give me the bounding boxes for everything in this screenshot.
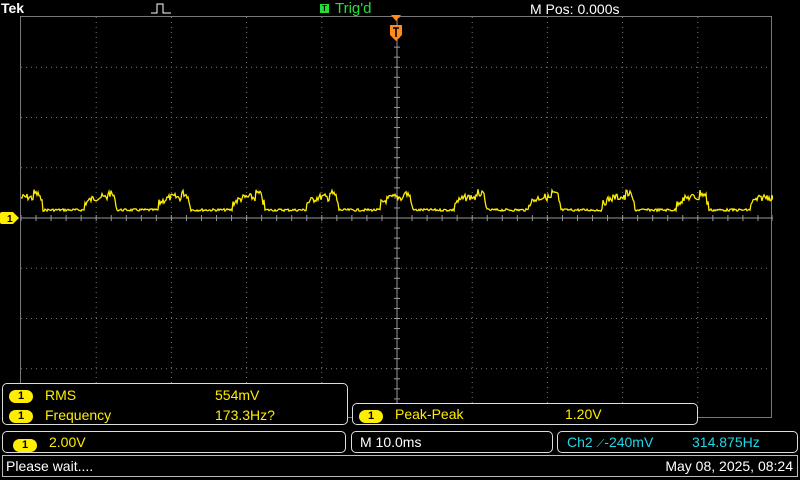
status-message: Please wait.... — [6, 458, 94, 474]
trigger-edge-icon — [151, 3, 171, 14]
timebase-value: M 10.0ms — [360, 434, 422, 450]
meas-frequency-label: Frequency — [45, 407, 112, 423]
status-bar: Please wait.... May 08, 2025, 08:24 — [2, 455, 798, 477]
meas-frequency-channel-badge: 1 — [9, 410, 33, 423]
trigger-level: -240mV — [604, 434, 654, 450]
trigger-status-icon: T — [320, 4, 329, 13]
ch1-scale-badge: 1 — [13, 439, 37, 452]
ch1-scale-panel[interactable]: 1 2.00V — [2, 431, 346, 453]
timebase-panel[interactable]: M 10.0ms — [351, 431, 553, 453]
ch1-marker-label: 1 — [7, 214, 13, 224]
meas-rms-channel-badge: 1 — [9, 390, 33, 403]
graticule — [21, 17, 773, 419]
meas-row-rms[interactable]: 1 — [9, 386, 33, 404]
trigger-settings-panel[interactable]: Ch2 ⟋-240mV 314.875Hz — [557, 431, 798, 453]
measurement-panel[interactable]: 1 RMS 554mV 1 Frequency 173.3Hz? — [2, 383, 348, 425]
trigger-status-label: Trig'd — [335, 0, 372, 17]
trigger-frequency: 314.875Hz — [692, 434, 760, 450]
meas-pp-label: Peak-Peak — [395, 406, 464, 422]
waveform-display[interactable] — [20, 16, 773, 419]
brand-logo: Tek — [1, 0, 25, 16]
meas-pp-value: 1.20V — [565, 406, 602, 422]
meas-rms-label: RMS — [45, 387, 77, 403]
meas-row-frequency[interactable]: 1 — [9, 406, 33, 424]
ch1-scale-value: 2.00V — [49, 434, 86, 450]
peak-peak-panel[interactable]: 1 Peak-Peak 1.20V — [352, 403, 698, 425]
meas-frequency-value: 173.3Hz? — [215, 407, 275, 423]
meas-pp-channel-badge: 1 — [359, 410, 383, 423]
ch1-ground-marker[interactable]: 1 — [0, 212, 19, 224]
status-datetime: May 08, 2025, 08:24 — [665, 458, 793, 474]
trigger-position-marker[interactable] — [388, 15, 404, 41]
meas-rms-value: 554mV — [215, 387, 260, 403]
trigger-source: Ch2 — [567, 434, 593, 450]
